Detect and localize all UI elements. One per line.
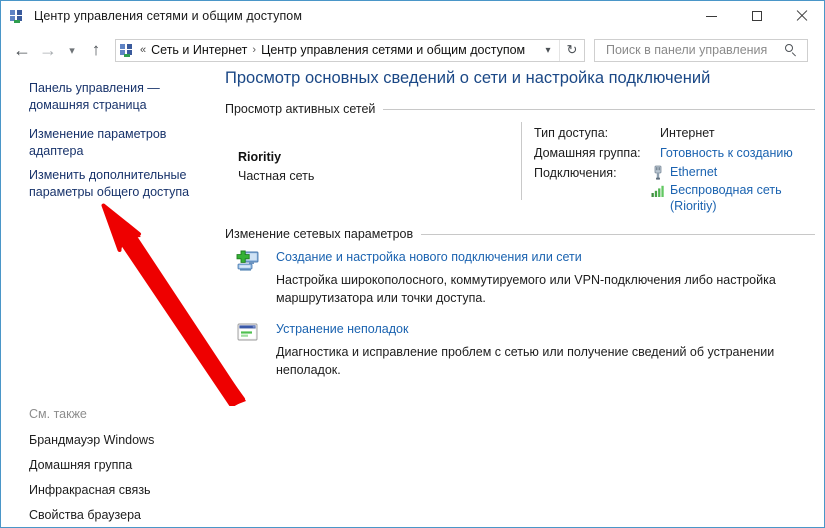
connection-label: Беспроводная сеть (Rioritiy) xyxy=(670,183,782,213)
see-also-item-homegroup[interactable]: Домашняя группа xyxy=(29,458,132,472)
chevron-down-icon[interactable]: ▾ xyxy=(537,40,559,61)
group-divider xyxy=(383,108,815,110)
see-also-item-infrared[interactable]: Инфракрасная связь xyxy=(29,483,151,497)
network-icon xyxy=(9,8,25,24)
troubleshoot-link[interactable]: Устранение неполадок xyxy=(276,322,408,336)
homegroup-label: Домашняя группа: xyxy=(534,146,641,160)
title-bar: Центр управления сетями и общим доступом xyxy=(1,1,824,31)
maximize-icon xyxy=(751,11,762,21)
minimize-icon xyxy=(706,15,717,17)
wifi-signal-bars-icon xyxy=(650,183,666,199)
page-title: Просмотр основных сведений о сети и наст… xyxy=(225,69,711,87)
refresh-icon[interactable]: ↻ xyxy=(559,39,584,61)
sidebar: Панель управления — домашняя страница Из… xyxy=(1,69,216,527)
see-also-item-internet-options[interactable]: Свойства браузера xyxy=(29,508,141,522)
vertical-divider xyxy=(521,122,522,200)
maximize-button[interactable] xyxy=(734,1,779,31)
ethernet-plug-icon xyxy=(650,165,666,181)
breadcrumb-overflow-icon[interactable]: « xyxy=(140,44,146,56)
connection-label: Ethernet xyxy=(670,165,718,179)
breadcrumb-item-network-internet[interactable]: Сеть и Интернет xyxy=(151,43,247,57)
new-connection-icon xyxy=(235,250,261,274)
navigation-bar: ← → ▾ ↑ « Сеть и Интернет › Центр управл… xyxy=(1,31,824,69)
access-type-label: Тип доступа: xyxy=(534,126,609,140)
address-bar[interactable]: « Сеть и Интернет › Центр управления сет… xyxy=(115,38,585,62)
see-also-label: См. также xyxy=(29,407,87,421)
troubleshoot-description: Диагностика и исправление проблем с сеть… xyxy=(276,345,775,377)
search-icon[interactable] xyxy=(785,43,798,57)
close-button[interactable] xyxy=(779,1,824,31)
connection-item-wireless[interactable]: Беспроводная сеть (Rioritiy) xyxy=(650,182,820,214)
connection-item-ethernet[interactable]: Ethernet xyxy=(650,164,820,180)
sidebar-item-change-advanced-sharing-settings[interactable]: Изменить дополнительные параметры общего… xyxy=(29,167,209,201)
window-controls xyxy=(689,1,824,31)
network-icon xyxy=(119,42,135,58)
recent-locations-chevron-icon[interactable]: ▾ xyxy=(61,35,83,65)
search-box[interactable] xyxy=(594,38,808,62)
breadcrumb-item-network-sharing-center[interactable]: Центр управления сетями и общим доступом xyxy=(261,43,525,57)
connections-list: Ethernet Беспроводная сеть (Rioritiy) xyxy=(650,164,820,216)
troubleshoot-icon xyxy=(235,322,261,346)
change-settings-group-title: Изменение сетевых параметров xyxy=(225,227,414,241)
new-connection-description: Настройка широкополосного, коммутируемог… xyxy=(276,273,776,305)
window-title: Центр управления сетями и общим доступом xyxy=(34,9,303,23)
up-arrow-icon[interactable]: ↑ xyxy=(83,35,109,65)
active-networks-group-title: Просмотр активных сетей xyxy=(225,102,376,116)
group-divider xyxy=(421,233,815,235)
minimize-button[interactable] xyxy=(689,1,734,31)
sidebar-item-control-panel-home[interactable]: Панель управления — домашняя страница xyxy=(29,80,209,114)
breadcrumb-separator-icon: › xyxy=(252,44,257,56)
search-input[interactable] xyxy=(604,42,778,58)
see-also-item-windows-firewall[interactable]: Брандмауэр Windows xyxy=(29,433,154,447)
homegroup-value-link[interactable]: Готовность к созданию xyxy=(660,146,793,160)
connections-label: Подключения: xyxy=(534,166,617,180)
network-name: Rioritiy xyxy=(238,150,282,164)
access-type-value: Интернет xyxy=(660,126,715,140)
content-area: Панель управления — домашняя страница Из… xyxy=(1,69,824,527)
active-networks-group-header: Просмотр активных сетей xyxy=(225,102,815,116)
main-pane: Просмотр основных сведений о сети и наст… xyxy=(216,69,824,527)
network-type: Частная сеть xyxy=(238,169,315,183)
network-sharing-center-window: Центр управления сетями и общим доступом… xyxy=(0,0,825,528)
sidebar-item-change-adapter-settings[interactable]: Изменение параметров адаптера xyxy=(29,126,209,160)
back-arrow-icon[interactable]: ← xyxy=(9,35,35,65)
forward-arrow-icon[interactable]: → xyxy=(35,35,61,65)
change-settings-group-header: Изменение сетевых параметров xyxy=(225,227,815,241)
new-connection-link[interactable]: Создание и настройка нового подключения … xyxy=(276,250,582,264)
close-icon xyxy=(796,10,808,22)
